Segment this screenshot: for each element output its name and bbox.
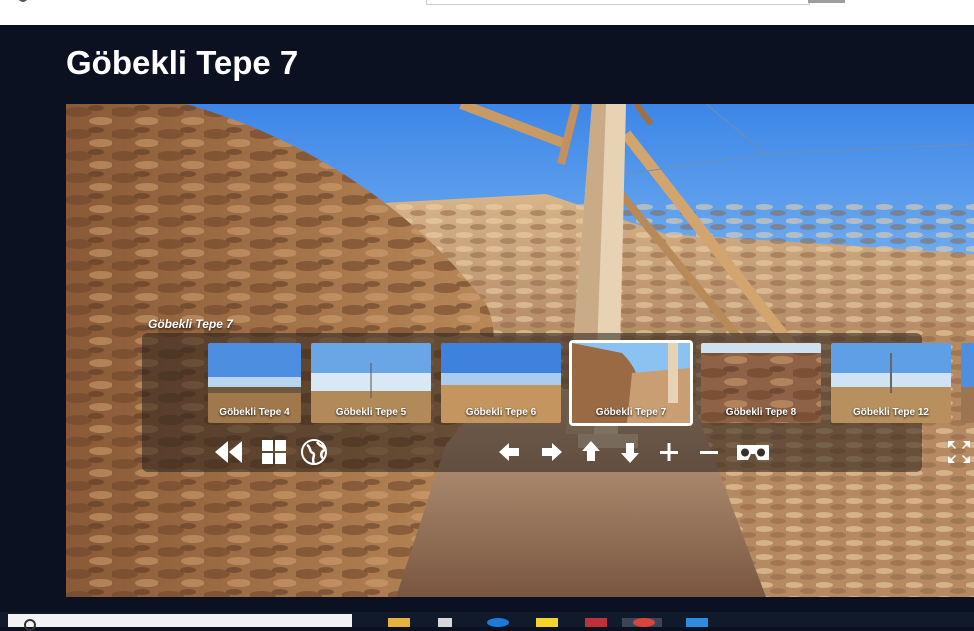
chrome-icon[interactable] [633,618,655,627]
search-icon [24,619,36,631]
thumbnail-label: Göbekli Tepe 4 [219,407,290,418]
thumbnail-next-partial[interactable] [961,343,974,423]
zoom-out-icon[interactable] [694,437,724,467]
thumbnail-label: Göbekli Tepe 5 [335,407,407,418]
edge-icon[interactable] [487,618,509,627]
logo-fragment [18,0,28,2]
site-search-button[interactable] [808,0,845,3]
thumbnail-gobekli-tepe-5[interactable]: Göbekli Tepe 5 [311,343,431,423]
thumbnail-gobekli-tepe-7[interactable]: Göbekli Tepe 7 [569,340,693,426]
current-location-label: Göbekli Tepe 7 [148,317,233,331]
arrow-left-icon[interactable] [495,437,525,467]
thumbnail-gobekli-tepe-8[interactable]: Göbekli Tepe 8 [701,343,821,423]
thumbnails-grid-icon[interactable] [259,437,289,467]
app-icon[interactable] [438,618,452,627]
vr-headset-icon[interactable] [734,437,772,467]
zoom-in-icon[interactable] [654,437,684,467]
thumbnail-gobekli-tepe-6[interactable]: Göbekli Tepe 6 [441,343,561,423]
thumbnail-gobekli-tepe-12[interactable]: Göbekli Tepe 12 [831,343,951,423]
arrow-up-icon[interactable] [576,437,606,467]
app-icon[interactable] [686,618,708,627]
rewind-icon[interactable] [213,437,243,467]
arrow-right-icon[interactable] [536,437,566,467]
browser-top-strip [0,0,974,25]
notes-icon[interactable] [536,618,558,627]
thumbnail-label: Göbekli Tepe 12 [853,407,929,418]
mail-icon[interactable] [585,618,607,627]
file-explorer-icon[interactable] [388,618,410,627]
site-search-input[interactable] [426,0,810,5]
arrow-down-icon[interactable] [615,437,645,467]
thumbnail-label: Göbekli Tepe 6 [465,407,537,418]
thumbnail-label: Göbekli Tepe 7 [595,407,667,418]
fullscreen-icon[interactable] [944,437,974,467]
thumbnail-gobekli-tepe-4[interactable]: Göbekli Tepe 4 [208,343,301,423]
globe-icon[interactable] [299,437,329,467]
os-taskbar [0,612,974,631]
taskbar-search-field[interactable] [8,614,352,631]
thumbnail-label: Göbekli Tepe 8 [725,407,797,418]
page-title: Göbekli Tepe 7 [66,44,299,81]
thumbnail-image [961,343,974,423]
